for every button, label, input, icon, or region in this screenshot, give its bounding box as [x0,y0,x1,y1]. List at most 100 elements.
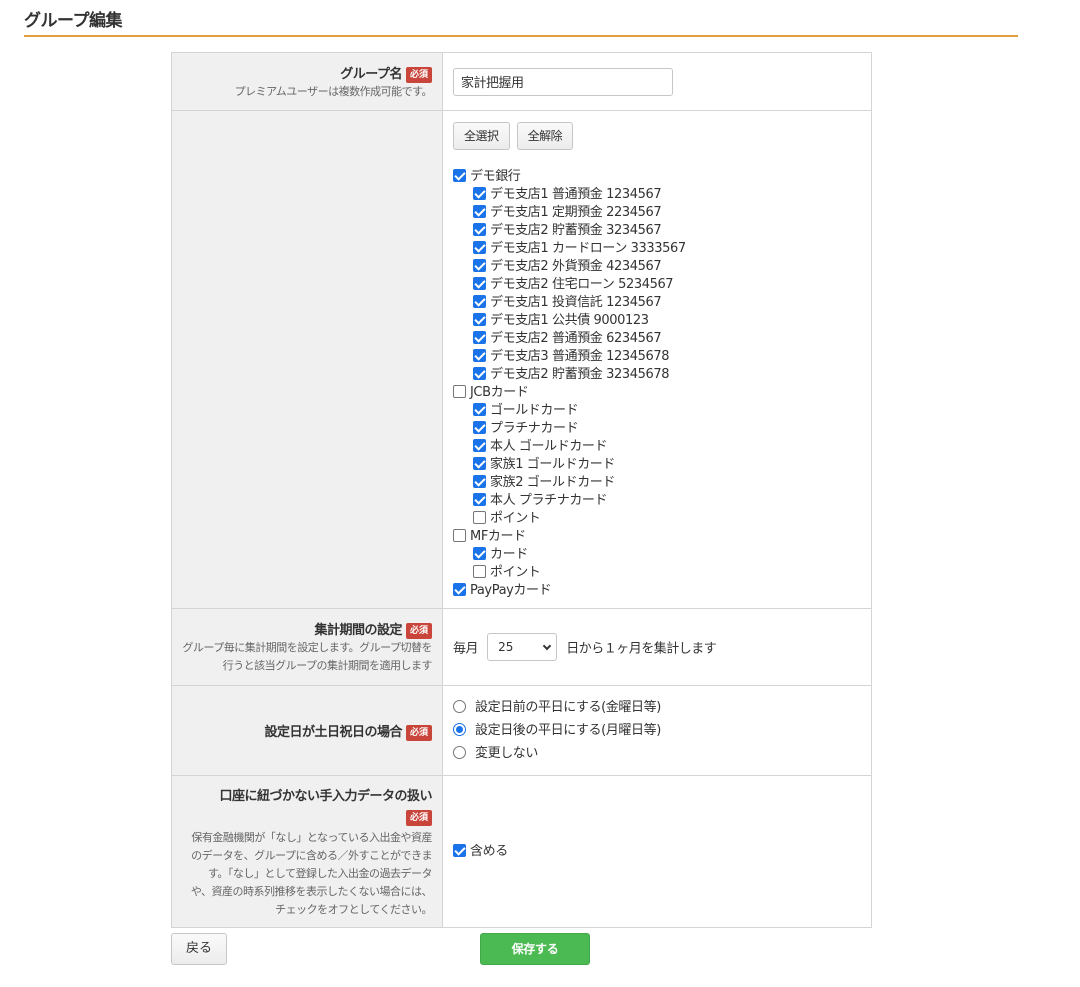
account-label: デモ支店1 公共債 9000123 [490,313,649,328]
account-row[interactable]: デモ支店2 貯蓄預金 32345678 [453,366,861,384]
manual-data-label: 口座に紐づかない手入力データの扱い [219,788,432,804]
holiday-label: 設定日が土日祝日の場合 [264,724,402,740]
group-edit-form: グループ名必須 プレミアムユーザーは複数作成可能です。 全選択 全解除 デモ銀行… [171,52,872,928]
holiday-option-label: 変更しない [475,746,539,761]
account-row[interactable]: デモ支店2 外貨預金 4234567 [453,258,861,276]
account-checkbox[interactable] [473,223,486,236]
account-checkbox[interactable] [473,547,486,560]
institution-row[interactable]: デモ銀行 [453,168,861,186]
institution-checkbox[interactable] [453,529,466,542]
group-name-note: プレミアムユーザーは複数作成可能です。 [234,84,433,98]
account-checkbox[interactable] [473,313,486,326]
save-button[interactable]: 保存する [480,933,590,965]
account-label: デモ支店2 貯蓄預金 3234567 [490,223,662,238]
manual-data-value-cell: 含める [442,775,872,928]
account-label: 家族1 ゴールドカード [490,457,616,472]
account-label: デモ支店2 外貨預金 4234567 [490,259,662,274]
account-label: 本人 プラチナカード [490,493,608,508]
group-name-input[interactable] [453,67,673,96]
holiday-option-before[interactable]: 設定日前の平日にする(金曜日等) [453,696,861,719]
account-checkbox[interactable] [473,493,486,506]
account-row[interactable]: ポイント [453,510,861,528]
institution-row[interactable]: MFカード [453,528,861,546]
institution-label: JCBカード [470,385,529,400]
account-row[interactable]: プラチナカード [453,420,861,438]
include-checkbox[interactable] [453,843,466,857]
select-all-button[interactable]: 全選択 [453,122,510,150]
account-row[interactable]: カード [453,546,861,564]
account-checkbox[interactable] [473,457,486,470]
account-row[interactable]: 本人 プラチナカード [453,492,861,510]
period-label-cell: 集計期間の設定 必須 グループ毎に集計期間を設定します。グループ切替を行うと該当グ… [171,608,443,686]
account-checkbox[interactable] [473,367,486,380]
account-label: ポイント [490,565,541,580]
period-day-select[interactable]: 25 [487,633,558,661]
account-label: デモ支店2 貯蓄預金 32345678 [490,367,670,382]
institution-label: デモ銀行 [470,169,521,184]
holiday-option-none[interactable]: 変更しない [453,742,861,765]
account-row[interactable]: 家族2 ゴールドカード [453,474,861,492]
radio-button[interactable] [453,746,466,759]
period-label: 集計期間の設定 [314,623,402,638]
period-suffix: 日から１ヶ月を集計します [566,641,717,657]
account-checkbox[interactable] [473,205,486,218]
back-button[interactable]: 戻る [171,933,227,965]
account-label: カード [490,547,528,562]
holiday-option-label: 設定日前の平日にする(金曜日等) [475,700,661,715]
account-checkbox[interactable] [473,349,486,362]
account-checkbox[interactable] [473,511,486,524]
account-checkbox[interactable] [473,187,486,200]
account-checkbox[interactable] [473,331,486,344]
account-checkbox[interactable] [473,403,486,416]
account-checkbox[interactable] [473,439,486,452]
account-row[interactable]: デモ支店1 普通預金 1234567 [453,186,861,204]
account-checkbox[interactable] [473,565,486,578]
institution-checkbox[interactable] [453,583,466,596]
account-row[interactable]: デモ支店2 貯蓄預金 3234567 [453,222,861,240]
accounts-value-cell: 全選択 全解除 デモ銀行デモ支店1 普通預金 1234567 デモ支店1 定期預金… [442,110,872,609]
account-row[interactable]: デモ支店3 普通預金 12345678 [453,348,861,366]
institution-checkbox[interactable] [453,385,466,398]
include-label: 含める [470,843,508,859]
required-badge: 必須 [405,724,432,741]
account-checkbox[interactable] [473,241,486,254]
radio-button[interactable] [453,700,466,713]
account-row[interactable]: デモ支店1 カードローン 3333567 [453,240,861,258]
required-badge: 必須 [405,66,432,83]
holiday-option-label: 設定日後の平日にする(月曜日等) [475,723,661,738]
account-label: デモ支店1 普通預金 1234567 [490,187,662,202]
institution-row[interactable]: PayPayカード [453,582,861,600]
account-checkbox[interactable] [473,295,486,308]
holiday-option-after[interactable]: 設定日後の平日にする(月曜日等) [453,719,861,742]
account-checkbox[interactable] [473,277,486,290]
deselect-all-button[interactable]: 全解除 [516,122,574,150]
radio-button[interactable] [453,723,466,736]
account-checkbox[interactable] [473,259,486,272]
group-name-value-cell [442,52,872,111]
period-note: グループ毎に集計期間を設定します。グループ切替を行うと該当グループの集計期間を適… [182,641,432,672]
account-checkbox[interactable] [473,475,486,488]
include-checkbox-row[interactable]: 含める [453,843,861,861]
account-label: デモ支店2 住宅ローン 5234567 [490,277,674,292]
account-label: プラチナカード [490,421,579,436]
account-row[interactable]: 本人 ゴールドカード [453,438,861,456]
account-checkbox-list: デモ銀行デモ支店1 普通預金 1234567 デモ支店1 定期預金 2234567… [453,168,861,600]
period-value-cell: 毎月 25 日から１ヶ月を集計します [442,608,872,686]
account-row[interactable]: デモ支店2 普通預金 6234567 [453,330,861,348]
account-row[interactable]: ポイント [453,564,861,582]
account-checkbox[interactable] [473,421,486,434]
group-name-label: グループ名 [340,66,402,82]
account-row[interactable]: デモ支店1 投資信託 1234567 [453,294,861,312]
account-row[interactable]: ゴールドカード [453,402,861,420]
institution-row[interactable]: JCBカード [453,384,861,402]
period-day-value: 25 [498,640,514,654]
account-row[interactable]: デモ支店1 公共債 9000123 [453,312,861,330]
account-label: ポイント [490,511,541,526]
institution-label: PayPayカード [470,583,552,598]
page-title: グループ編集 [24,11,122,31]
account-row[interactable]: デモ支店2 住宅ローン 5234567 [453,276,861,294]
account-row[interactable]: 家族1 ゴールドカード [453,456,861,474]
institution-checkbox[interactable] [453,169,466,182]
account-label: 家族2 ゴールドカード [490,475,616,490]
account-row[interactable]: デモ支店1 定期預金 2234567 [453,204,861,222]
